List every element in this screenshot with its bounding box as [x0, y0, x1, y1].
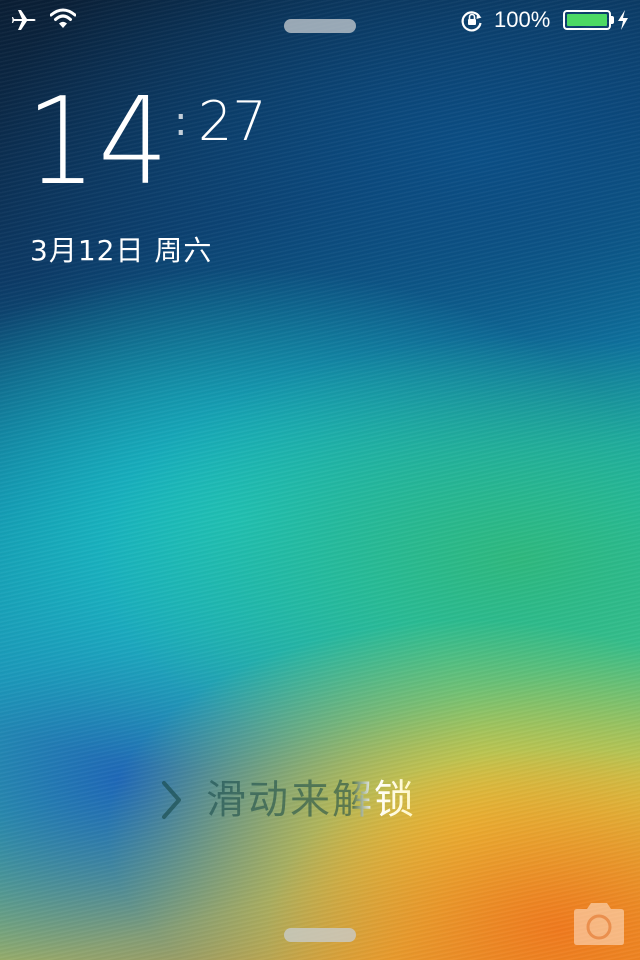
date-label: 3月12日 周六	[30, 234, 213, 267]
top-grabber[interactable]	[284, 19, 356, 33]
clock-separator: :	[174, 99, 188, 145]
rotation-lock-icon	[461, 11, 482, 32]
lock-screen: 100% 14 : 27 3月12日 周六 滑动来解锁	[0, 0, 640, 960]
clock-minutes: 27	[198, 90, 267, 153]
status-bar: 100%	[0, 0, 640, 40]
clock-hours: 14	[26, 73, 171, 212]
battery-percent: 100%	[494, 7, 551, 32]
bottom-grabber[interactable]	[284, 928, 356, 942]
battery-icon	[563, 10, 611, 30]
chevron-right-icon	[162, 781, 181, 819]
battery-fill	[567, 14, 607, 26]
slide-to-unlock[interactable]: 滑动来解锁	[160, 770, 416, 830]
camera-icon[interactable]	[570, 900, 628, 948]
airplane-icon	[12, 10, 36, 30]
slide-to-unlock-label: 滑动来解锁	[206, 770, 416, 830]
charging-icon	[618, 10, 628, 30]
wifi-icon	[50, 8, 76, 28]
battery-cap	[611, 16, 614, 24]
